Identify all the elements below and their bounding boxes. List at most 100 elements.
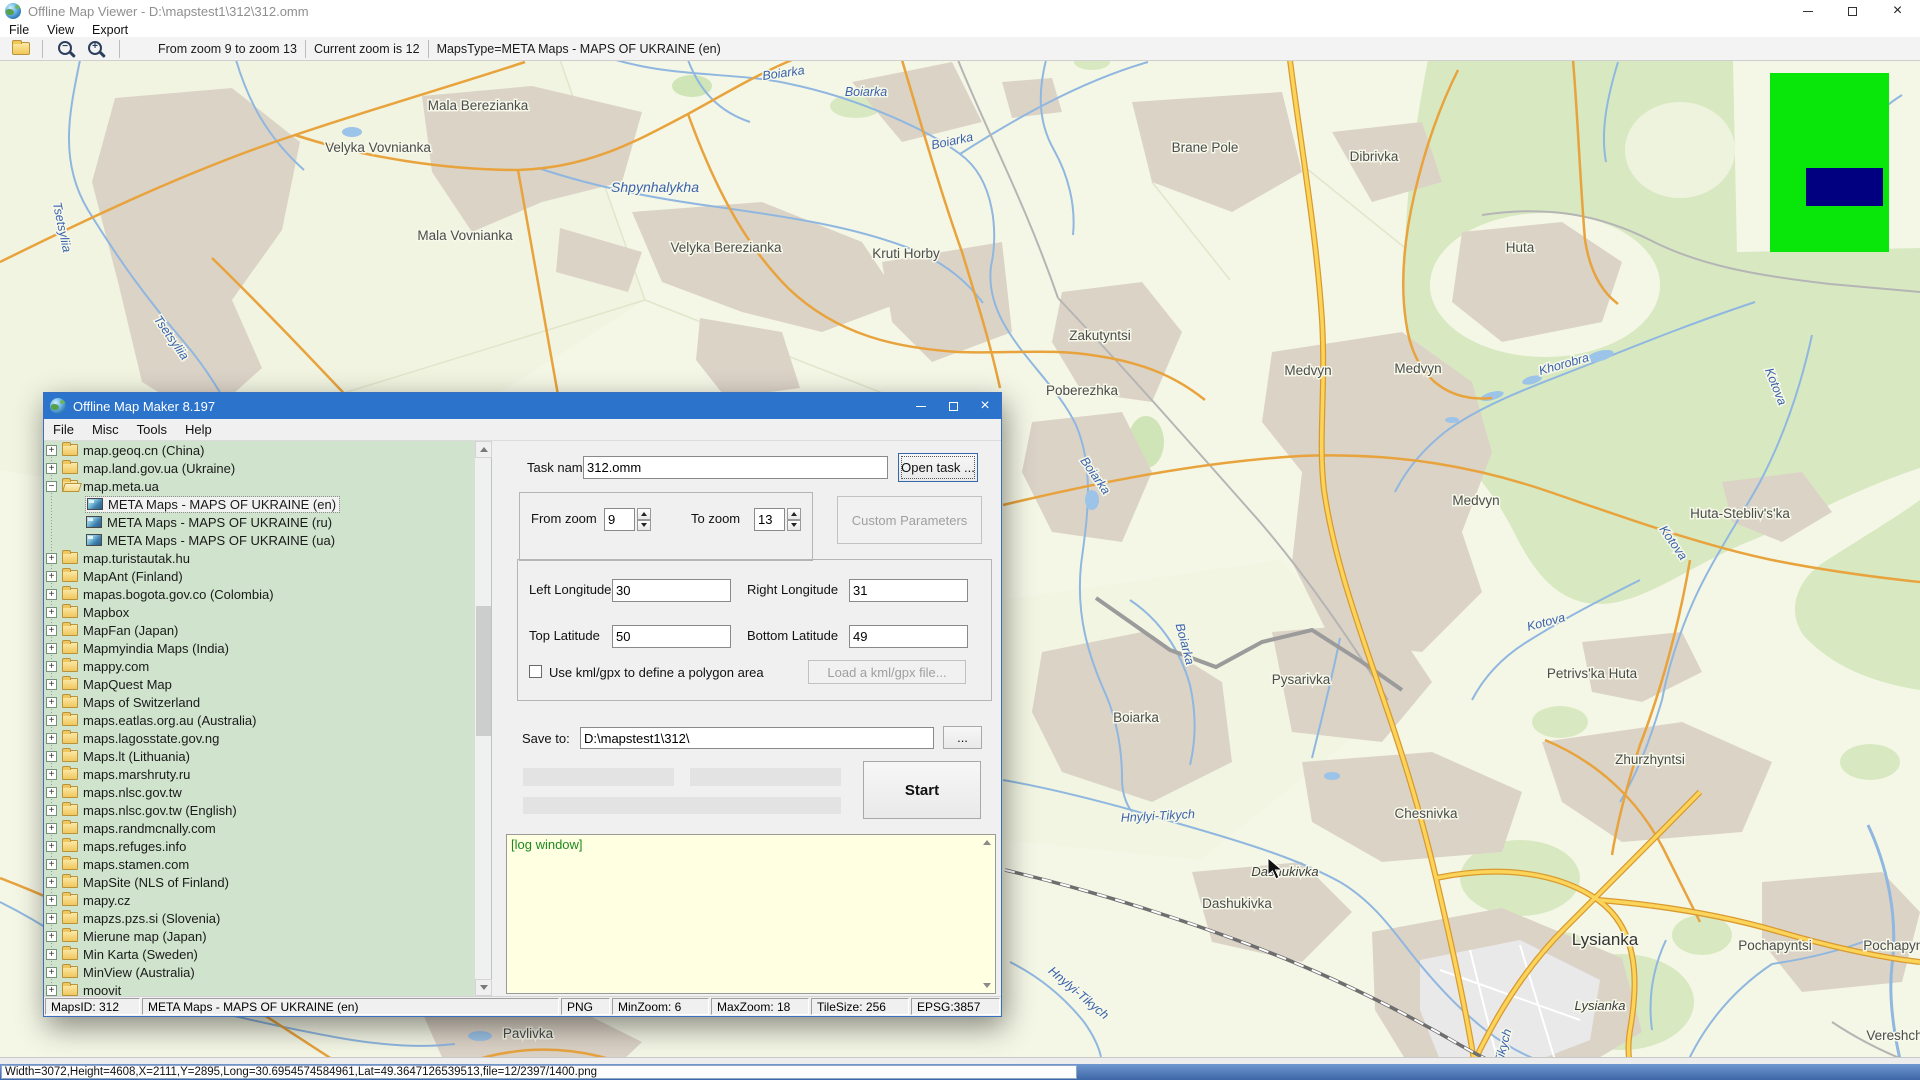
- scrollbar-thumb[interactable]: [476, 606, 491, 736]
- zoom-in-icon[interactable]: [85, 39, 107, 59]
- zoom-out-icon[interactable]: [55, 39, 77, 59]
- right-longitude-input[interactable]: [849, 579, 968, 602]
- kml-checkbox[interactable]: [529, 665, 542, 678]
- spin-up-icon[interactable]: [787, 508, 801, 520]
- expand-icon[interactable]: +: [46, 859, 57, 870]
- expand-icon[interactable]: +: [46, 841, 57, 852]
- expand-icon[interactable]: +: [46, 913, 57, 924]
- expand-icon[interactable]: +: [46, 715, 57, 726]
- open-file-icon[interactable]: [12, 42, 30, 55]
- to-zoom-input[interactable]: [754, 508, 785, 531]
- expand-icon[interactable]: +: [46, 553, 57, 564]
- tree-item[interactable]: META Maps - MAPS OF UKRAINE (ru): [44, 513, 474, 531]
- tree-item[interactable]: +Min Karta (Sweden): [44, 945, 474, 963]
- dialog-menu-file[interactable]: File: [44, 422, 83, 437]
- scroll-up-icon[interactable]: [983, 840, 991, 845]
- expand-icon[interactable]: +: [46, 985, 57, 996]
- open-task-button[interactable]: Open task ...: [898, 453, 978, 482]
- tree-item[interactable]: +maps.nlsc.gov.tw (English): [44, 801, 474, 819]
- expand-icon[interactable]: +: [46, 679, 57, 690]
- scroll-down-icon[interactable]: [983, 983, 991, 988]
- tree-item[interactable]: +mappy.com: [44, 657, 474, 675]
- bottom-latitude-input[interactable]: [849, 625, 968, 648]
- tree-item[interactable]: +Maps.lt (Lithuania): [44, 747, 474, 765]
- expand-icon[interactable]: +: [46, 643, 57, 654]
- dialog-maximize-button[interactable]: [937, 393, 969, 419]
- close-button[interactable]: [1875, 0, 1920, 22]
- maximize-button[interactable]: [1830, 0, 1875, 22]
- top-latitude-input[interactable]: [612, 625, 731, 648]
- collapse-icon[interactable]: −: [46, 481, 57, 492]
- panel-splitter[interactable]: [492, 441, 504, 996]
- expand-icon[interactable]: +: [46, 661, 57, 672]
- scroll-up-icon[interactable]: [475, 441, 492, 458]
- tree-item[interactable]: +map.land.gov.ua (Ukraine): [44, 459, 474, 477]
- expand-icon[interactable]: +: [46, 571, 57, 582]
- expand-icon[interactable]: +: [46, 931, 57, 942]
- expand-icon[interactable]: +: [46, 787, 57, 798]
- tree-item[interactable]: +mapas.bogota.gov.co (Colombia): [44, 585, 474, 603]
- dialog-menu-help[interactable]: Help: [176, 422, 221, 437]
- tree-item[interactable]: +MapAnt (Finland): [44, 567, 474, 585]
- expand-icon[interactable]: +: [46, 949, 57, 960]
- spin-up-icon[interactable]: [637, 508, 651, 520]
- expand-icon[interactable]: +: [46, 877, 57, 888]
- expand-icon[interactable]: +: [46, 967, 57, 978]
- spin-down-icon[interactable]: [637, 520, 651, 532]
- left-longitude-input[interactable]: [612, 579, 731, 602]
- tree-item[interactable]: +map.turistautak.hu: [44, 549, 474, 567]
- dialog-minimize-button[interactable]: [905, 393, 937, 419]
- expand-icon[interactable]: +: [46, 733, 57, 744]
- scroll-down-icon[interactable]: [475, 979, 492, 996]
- expand-icon[interactable]: +: [46, 751, 57, 762]
- tree-item[interactable]: +maps.nlsc.gov.tw: [44, 783, 474, 801]
- tree-item[interactable]: +moovit: [44, 981, 474, 996]
- load-kml-button[interactable]: Load a kml/gpx file...: [808, 660, 966, 684]
- tree-item[interactable]: +maps.eatlas.org.au (Australia): [44, 711, 474, 729]
- expand-icon[interactable]: +: [46, 445, 57, 456]
- tree-item[interactable]: +mapy.cz: [44, 891, 474, 909]
- tree-item[interactable]: +MapSite (NLS of Finland): [44, 873, 474, 891]
- dialog-close-button[interactable]: [969, 393, 1001, 419]
- expand-icon[interactable]: +: [46, 589, 57, 600]
- tree-item[interactable]: +Mapbox: [44, 603, 474, 621]
- tree-item[interactable]: +MapQuest Map: [44, 675, 474, 693]
- tree-scrollbar[interactable]: [474, 441, 491, 996]
- expand-icon[interactable]: +: [46, 769, 57, 780]
- expand-icon[interactable]: +: [46, 823, 57, 834]
- dialog-menu-tools[interactable]: Tools: [128, 422, 176, 437]
- tree-item[interactable]: +Mapmyindia Maps (India): [44, 639, 474, 657]
- expand-icon[interactable]: +: [46, 625, 57, 636]
- tree-item[interactable]: +maps.refuges.info: [44, 837, 474, 855]
- to-zoom-spinner[interactable]: [787, 508, 801, 531]
- dialog-menu-misc[interactable]: Misc: [83, 422, 128, 437]
- tree-item[interactable]: META Maps - MAPS OF UKRAINE (en): [44, 495, 474, 513]
- save-to-input[interactable]: [580, 727, 934, 749]
- tree-item[interactable]: +Maps of Switzerland: [44, 693, 474, 711]
- expand-icon[interactable]: +: [46, 895, 57, 906]
- expand-icon[interactable]: +: [46, 697, 57, 708]
- task-name-input[interactable]: [583, 456, 888, 479]
- tree-item[interactable]: +maps.randmcnally.com: [44, 819, 474, 837]
- tree-item[interactable]: +maps.stamen.com: [44, 855, 474, 873]
- custom-parameters-button[interactable]: Custom Parameters: [837, 496, 982, 544]
- browse-button[interactable]: ...: [943, 726, 982, 749]
- tree-item[interactable]: +mapzs.pzs.si (Slovenia): [44, 909, 474, 927]
- tree-item[interactable]: +MapFan (Japan): [44, 621, 474, 639]
- tree-item[interactable]: META Maps - MAPS OF UKRAINE (ua): [44, 531, 474, 549]
- start-button[interactable]: Start: [863, 761, 981, 819]
- main-menu-export[interactable]: Export: [83, 23, 137, 37]
- from-zoom-spinner[interactable]: [637, 508, 651, 531]
- tree-item[interactable]: +map.geoq.cn (China): [44, 441, 474, 459]
- tree-item[interactable]: +maps.marshruty.ru: [44, 765, 474, 783]
- expand-icon[interactable]: +: [46, 463, 57, 474]
- tree-item[interactable]: −map.meta.ua: [44, 477, 474, 495]
- tree-item[interactable]: +maps.lagosstate.gov.ng: [44, 729, 474, 747]
- spin-down-icon[interactable]: [787, 520, 801, 532]
- tree-item[interactable]: +Mierune map (Japan): [44, 927, 474, 945]
- minimize-button[interactable]: [1785, 0, 1830, 22]
- from-zoom-input[interactable]: [604, 508, 635, 531]
- expand-icon[interactable]: +: [46, 607, 57, 618]
- log-scrollbar[interactable]: [980, 835, 995, 993]
- tree-item[interactable]: +MinView (Australia): [44, 963, 474, 981]
